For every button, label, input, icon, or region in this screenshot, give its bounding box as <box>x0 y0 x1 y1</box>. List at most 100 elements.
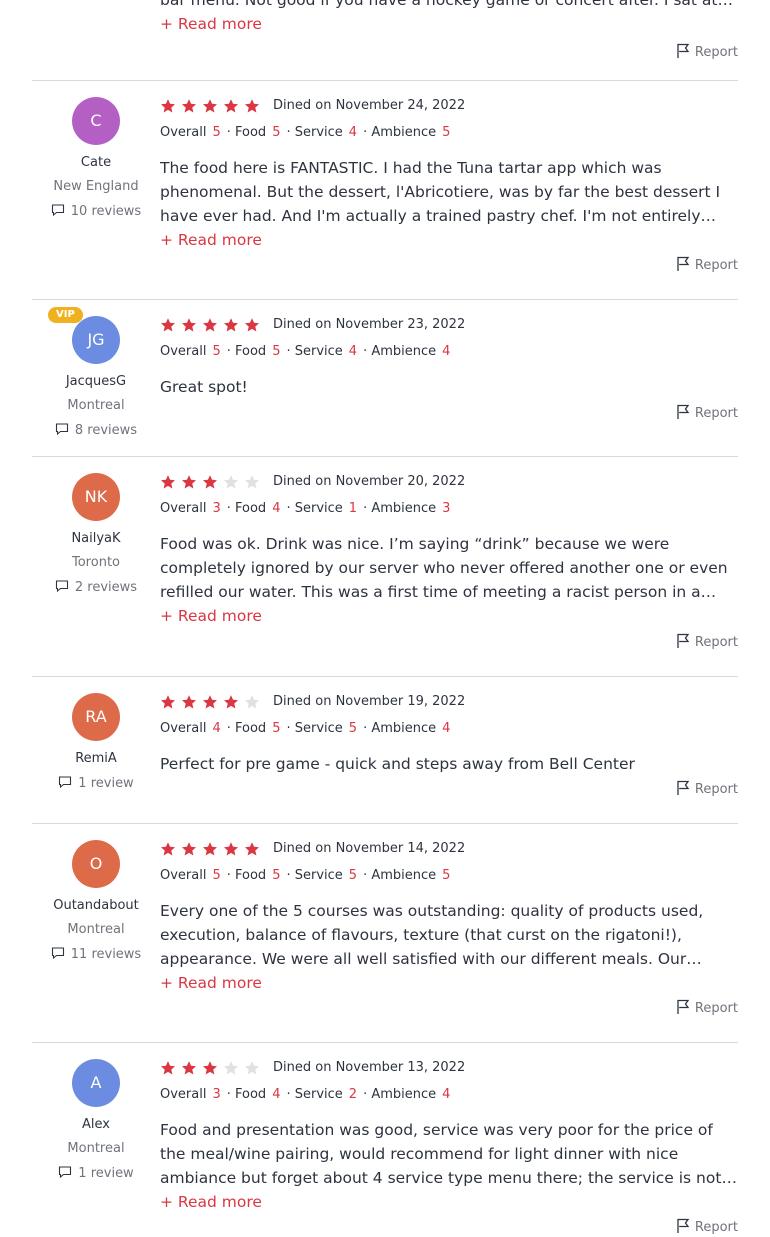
read-more-link[interactable]: + Read more <box>160 604 738 628</box>
comment-icon <box>51 204 64 217</box>
star-filled-icon <box>182 694 196 709</box>
overall-value: 3 <box>212 1087 221 1102</box>
reviewer-review-count: 1 review <box>32 1165 160 1182</box>
service-label: Service <box>294 344 343 359</box>
reviewer-review-count: 11 reviews <box>32 946 160 963</box>
overall-label: Overall <box>160 868 207 883</box>
avatar-initials: O <box>89 854 103 873</box>
report-button[interactable]: Report <box>675 43 738 62</box>
avatar-initials: JG <box>87 330 105 349</box>
star-filled-icon <box>224 694 238 709</box>
avatar[interactable]: A <box>72 1059 120 1107</box>
rating-breakdown: Overall 4 · Food 5 · Service 5 · Ambience 4 <box>160 721 451 736</box>
comment-icon <box>59 1166 72 1179</box>
star-rating <box>160 840 265 858</box>
reviewer-info: NK NailyaK Toronto 2 reviews <box>32 473 160 596</box>
review-body: Dined on November 13, 2022 Overall 3 · Food… <box>160 1059 738 1214</box>
service-value: 4 <box>348 125 358 140</box>
reviewer-info: A Alex Montreal 1 review <box>32 1059 160 1182</box>
reviewer-review-count: 8 reviews <box>32 422 160 439</box>
star-rating <box>160 693 265 711</box>
avatar[interactable]: RA <box>72 693 120 741</box>
food-value: 4 <box>272 501 281 516</box>
vip-badge: VIP <box>48 307 83 323</box>
review-count-label: 2 reviews <box>74 580 138 595</box>
report-label: Report <box>694 1220 738 1235</box>
overall-value: 4 <box>212 721 221 736</box>
avatar-initials: RA <box>85 707 107 726</box>
star-filled-icon <box>161 841 175 856</box>
reviewer-review-count: 10 reviews <box>32 203 160 220</box>
report-button[interactable]: Report <box>675 999 738 1018</box>
review-text: Food and presentation was good, service … <box>160 1121 722 1187</box>
review-headline: Dined on November 24, 2022 <box>160 97 738 115</box>
star-filled-icon <box>203 841 217 856</box>
report-button[interactable]: Report <box>675 633 738 652</box>
avatar-initials: C <box>90 111 102 130</box>
star-empty-icon <box>245 694 259 709</box>
star-filled-icon <box>182 98 196 113</box>
report-label: Report <box>694 1001 738 1016</box>
overall-value: 5 <box>212 125 221 140</box>
reviewer-name: Cate <box>80 155 112 170</box>
food-label: Food <box>235 868 267 883</box>
review-headline: Dined on November 13, 2022 <box>160 1059 738 1077</box>
read-more-link[interactable]: + Read more <box>160 1190 738 1214</box>
review-divider <box>32 823 738 824</box>
ambience-value: 5 <box>442 125 451 140</box>
report-button[interactable]: Report <box>675 780 738 799</box>
avatar[interactable]: VIP JG <box>48 307 120 364</box>
reviewer-location: New England <box>53 179 139 194</box>
report-button[interactable]: Report <box>675 404 738 423</box>
star-filled-icon <box>182 841 196 856</box>
food-value: 5 <box>272 344 281 359</box>
star-filled-icon <box>161 1060 175 1075</box>
reviewer-info: RA RemiA 1 review <box>32 693 160 792</box>
dined-date: Dined on November 24, 2022 <box>273 98 466 113</box>
overall-label: Overall <box>160 1087 207 1102</box>
avatar[interactable]: C <box>72 97 120 145</box>
avatar-initials: A <box>90 1073 102 1092</box>
dined-date: Dined on November 20, 2022 <box>273 474 466 489</box>
read-more-link[interactable]: + Read more <box>160 228 738 252</box>
star-filled-icon <box>224 841 238 856</box>
review-divider <box>32 456 738 457</box>
rating-breakdown: Overall 5 · Food 5 · Service 5 · Ambience 5 <box>160 868 451 883</box>
star-filled-icon <box>203 694 217 709</box>
read-more-link[interactable]: + Read more <box>160 971 738 995</box>
report-label: Report <box>694 45 738 60</box>
report-label: Report <box>694 258 738 273</box>
star-filled-icon <box>161 474 175 489</box>
service-label: Service <box>294 721 343 736</box>
comment-icon <box>59 776 72 789</box>
review-text: bar menu. Not good if you have a hockey … <box>160 0 718 9</box>
star-filled-icon <box>245 317 259 332</box>
review-text: Every one of the 5 courses was outstandi… <box>160 902 704 968</box>
star-rating <box>160 473 265 491</box>
review-headline: Dined on November 19, 2022 <box>160 693 738 711</box>
reviewer-info: VIP JG JacquesG Montreal 8 reviews <box>32 307 160 439</box>
star-filled-icon <box>161 317 175 332</box>
ambience-label: Ambience <box>371 721 437 736</box>
star-filled-icon <box>203 474 217 489</box>
overall-label: Overall <box>160 501 207 516</box>
overall-value: 5 <box>212 868 221 883</box>
reviewer-name: Alex <box>82 1117 110 1132</box>
food-value: 5 <box>272 868 281 883</box>
service-label: Service <box>294 868 343 883</box>
avatar[interactable]: NK <box>72 473 120 521</box>
flag-icon <box>677 633 690 648</box>
ambience-value: 4 <box>442 344 451 359</box>
read-more-link[interactable]: + Read more <box>160 12 738 36</box>
service-label: Service <box>294 501 343 516</box>
report-button[interactable]: Report <box>675 1218 738 1237</box>
reviewer-name: Outandabout <box>53 898 139 913</box>
review-count-label: 11 reviews <box>70 947 142 962</box>
rating-breakdown: Overall 5 · Food 5 · Service 4 · Ambience 5 <box>160 125 451 140</box>
review-body: Dined on November 19, 2022 Overall 4 · Food… <box>160 693 738 776</box>
review-count-label: 8 reviews <box>74 423 138 438</box>
report-button[interactable]: Report <box>675 256 738 275</box>
ambience-value: 4 <box>442 721 451 736</box>
avatar[interactable]: O <box>72 840 120 888</box>
review-body: Dined on November 24, 2022 Overall 5 · Food… <box>160 97 738 252</box>
